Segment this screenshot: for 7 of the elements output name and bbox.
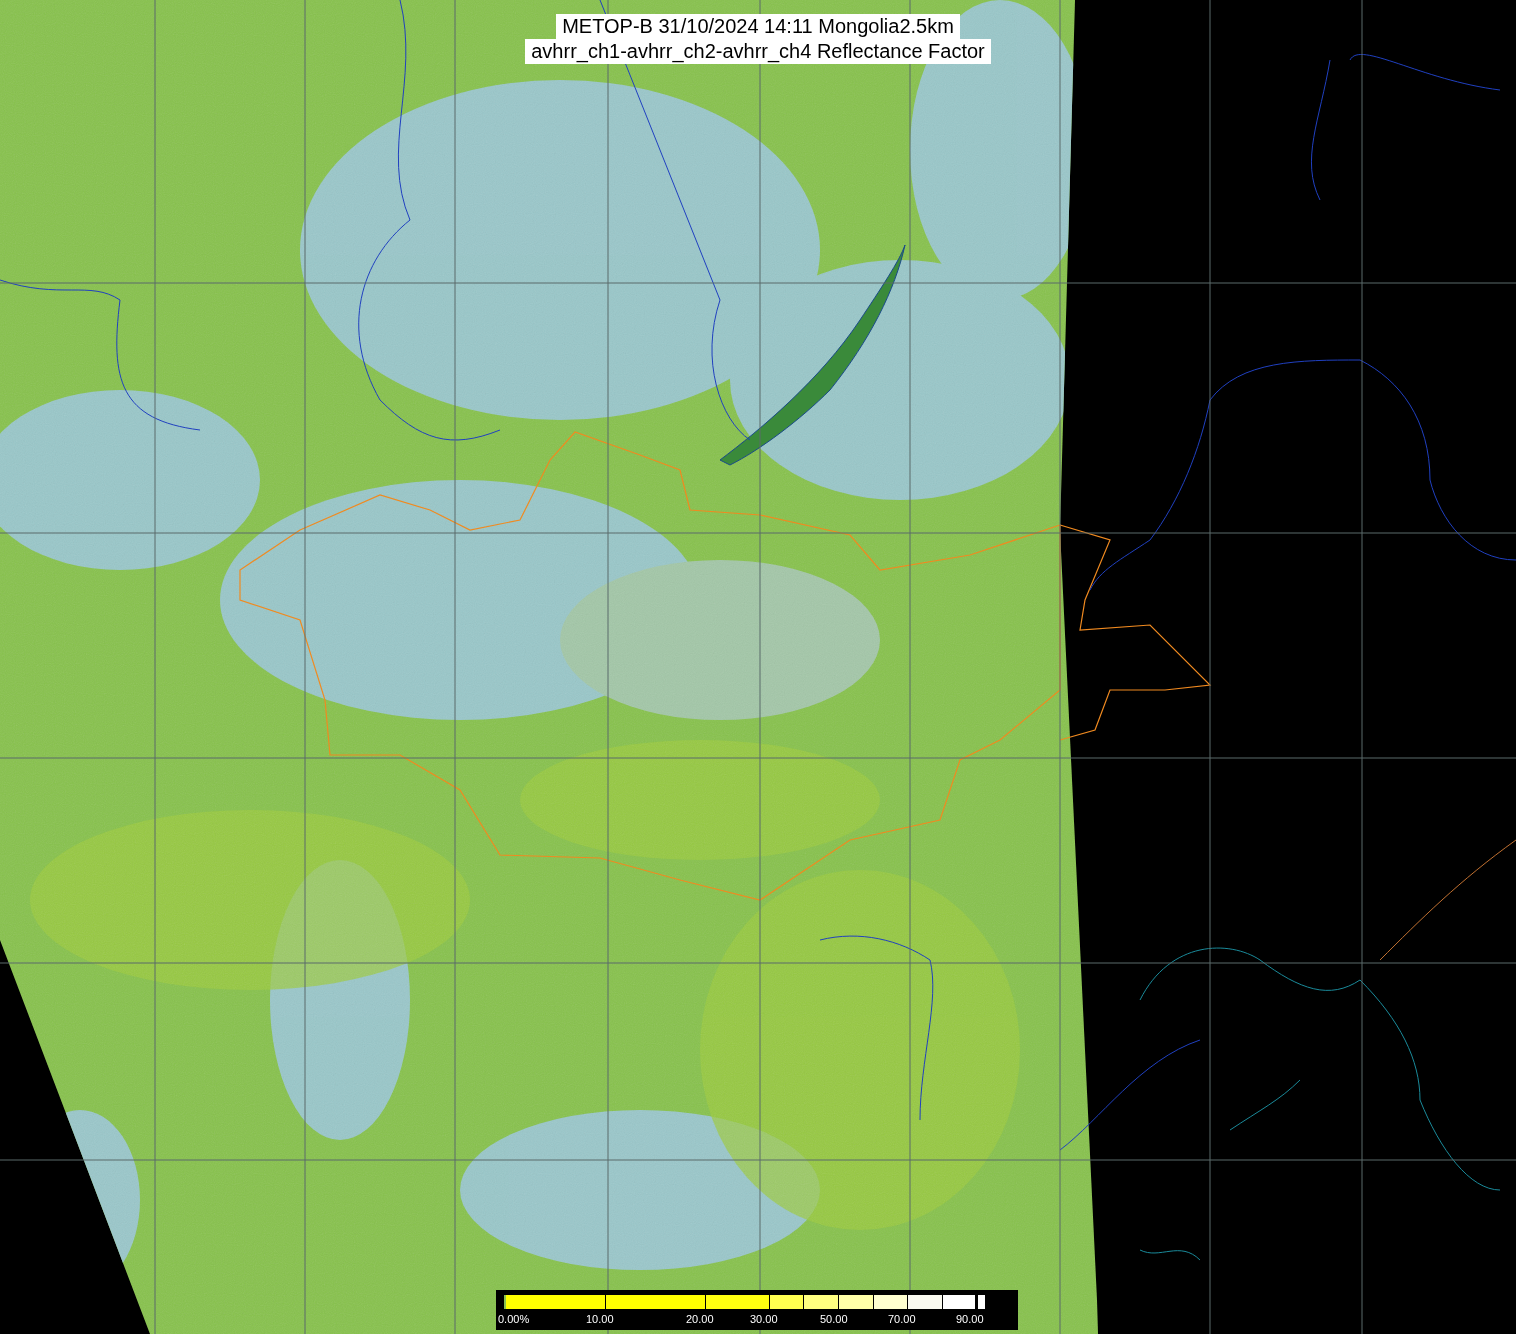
colorbar-label: 20.00 [686,1312,714,1326]
colorbar-label: 70.00 [888,1312,916,1326]
colorbar-label: 0.00% [498,1312,530,1326]
colorbar-label: 10.00 [586,1312,614,1326]
colorbar-label: 50.00 [820,1312,848,1326]
colorbar-label: 90.00 [956,1312,984,1326]
colorbar-label: 30.00 [750,1312,778,1326]
